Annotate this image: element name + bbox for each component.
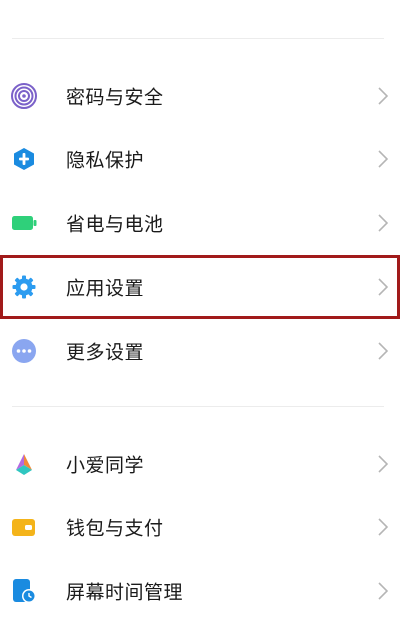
settings-item-battery[interactable]: 省电与电池 (0, 191, 400, 255)
wallet-icon (11, 514, 37, 540)
section-divider (12, 406, 384, 407)
gear-icon (11, 274, 37, 300)
settings-item-privacy[interactable]: 隐私保护 (0, 127, 400, 191)
settings-item-label: 省电与电池 (66, 213, 164, 236)
settings-item-label: 隐私保护 (66, 149, 145, 172)
settings-item-app-settings[interactable]: 应用设置 (0, 255, 400, 319)
fingerprint-icon (11, 83, 37, 109)
settings-item-label: 屏幕时间管理 (66, 581, 184, 604)
screen-time-icon (11, 578, 37, 604)
chevron-right-icon (378, 278, 388, 296)
settings-item-label: 应用设置 (66, 277, 145, 300)
settings-item-xiaoai[interactable]: 小爱同学 (0, 432, 400, 496)
chevron-right-icon (378, 455, 388, 473)
more-dots-icon (11, 338, 37, 364)
settings-item-more-settings[interactable]: 更多设置 (0, 319, 400, 383)
privacy-shield-icon (11, 146, 37, 172)
settings-item-screen-time[interactable]: 屏幕时间管理 (0, 559, 400, 623)
xiaoai-icon (11, 451, 37, 477)
chevron-right-icon (378, 518, 388, 536)
settings-item-label: 密码与安全 (66, 86, 164, 109)
battery-icon (11, 210, 37, 236)
chevron-right-icon (378, 582, 388, 600)
chevron-right-icon (378, 150, 388, 168)
settings-item-password-security[interactable]: 密码与安全 (0, 64, 400, 128)
settings-item-label: 更多设置 (66, 341, 145, 364)
chevron-right-icon (378, 214, 388, 232)
chevron-right-icon (378, 87, 388, 105)
settings-item-wallet-payment[interactable]: 钱包与支付 (0, 495, 400, 559)
settings-item-label: 钱包与支付 (66, 517, 164, 540)
settings-item-label: 小爱同学 (66, 454, 145, 477)
chevron-right-icon (378, 342, 388, 360)
top-divider (12, 38, 384, 39)
